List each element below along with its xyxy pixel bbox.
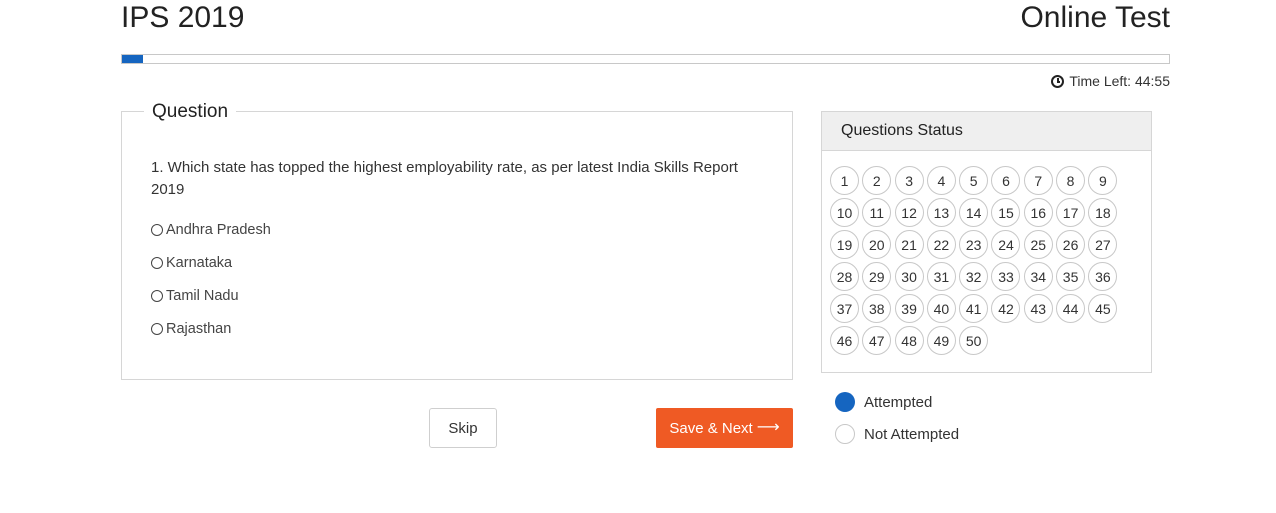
option-1[interactable]: Andhra Pradesh [151, 213, 271, 246]
question-number-50[interactable]: 50 [959, 326, 989, 355]
question-number-5[interactable]: 5 [959, 166, 989, 195]
skip-label: Skip [448, 419, 478, 437]
question-number-40[interactable]: 40 [926, 294, 956, 323]
legend-attempted: Attempted [835, 386, 959, 418]
question-number-17[interactable]: 17 [1056, 198, 1086, 227]
option-2[interactable]: Karnataka [151, 246, 271, 279]
question-number-20[interactable]: 20 [862, 230, 892, 259]
legend-not-attempted-label: Not Attempted [864, 425, 960, 443]
question-number-24[interactable]: 24 [991, 230, 1021, 259]
question-number-7[interactable]: 7 [1023, 166, 1053, 195]
question-number-39[interactable]: 39 [894, 294, 924, 323]
question-number-27[interactable]: 27 [1088, 230, 1118, 259]
question-number-45[interactable]: 45 [1088, 294, 1118, 323]
question-number-grid: 1 2 3 4 5 6 7 8 9 10 11 12 13 14 15 16 17 18 19 20 21 22 23 24 2… [830, 166, 1150, 358]
question-number-28[interactable]: 28 [830, 262, 859, 291]
skip-button[interactable]: Skip [429, 408, 497, 448]
option-label: Tamil Nadu [166, 287, 239, 304]
radio-button[interactable] [151, 322, 163, 335]
question-number-16[interactable]: 16 [1023, 198, 1053, 227]
question-legend: Question [144, 100, 237, 124]
arrow-right-icon: ⟶ [756, 419, 780, 436]
question-panel: Question 1. Which state has topped the h… [121, 100, 793, 380]
question-number-2[interactable]: 2 [862, 166, 892, 195]
progress-fill [122, 55, 143, 63]
not-attempted-dot-icon [835, 424, 855, 444]
question-number-31[interactable]: 31 [926, 262, 956, 291]
question-number-19[interactable]: 19 [830, 230, 859, 259]
question-number-38[interactable]: 38 [862, 294, 892, 323]
question-number-43[interactable]: 43 [1023, 294, 1053, 323]
radio-button[interactable] [151, 289, 163, 302]
question-number-4[interactable]: 4 [926, 166, 956, 195]
option-label: Rajasthan [166, 320, 232, 337]
question-number-32[interactable]: 32 [959, 262, 989, 291]
question-number-15[interactable]: 15 [991, 198, 1021, 227]
question-number-3[interactable]: 3 [894, 166, 924, 195]
question-number-44[interactable]: 44 [1056, 294, 1086, 323]
question-number-42[interactable]: 42 [991, 294, 1021, 323]
timer: Time Left: 44:55 [1051, 73, 1170, 89]
question-number-25[interactable]: 25 [1023, 230, 1053, 259]
question-number-46[interactable]: 46 [830, 326, 859, 355]
progress-bar [121, 54, 1170, 64]
options-list: Andhra Pradesh Karnataka Tamil Nadu Raja… [151, 213, 271, 345]
radio-button[interactable] [151, 256, 163, 269]
option-label: Andhra Pradesh [166, 221, 271, 238]
save-next-label: Save & Next [669, 419, 753, 437]
option-4[interactable]: Rajasthan [151, 312, 271, 345]
legend-not-attempted: Not Attempted [835, 418, 959, 450]
question-number-49[interactable]: 49 [926, 326, 956, 355]
save-next-button[interactable]: Save & Next ⟶ [656, 408, 793, 448]
question-number-48[interactable]: 48 [894, 326, 924, 355]
question-number-34[interactable]: 34 [1023, 262, 1053, 291]
question-number-21[interactable]: 21 [894, 230, 924, 259]
legend-attempted-label: Attempted [864, 393, 933, 411]
page-title: IPS 2019 [121, 1, 245, 34]
question-number-13[interactable]: 13 [926, 198, 956, 227]
option-3[interactable]: Tamil Nadu [151, 279, 271, 312]
question-number-14[interactable]: 14 [959, 198, 989, 227]
question-number-35[interactable]: 35 [1056, 262, 1086, 291]
questions-status-panel: Questions Status 1 2 3 4 5 6 7 8 9 10 11 12 13 14 15 16… [821, 111, 1152, 373]
question-number-29[interactable]: 29 [862, 262, 892, 291]
clock-icon [1051, 74, 1065, 88]
question-number-8[interactable]: 8 [1056, 166, 1086, 195]
question-number-23[interactable]: 23 [959, 230, 989, 259]
question-number-18[interactable]: 18 [1088, 198, 1118, 227]
question-number-37[interactable]: 37 [830, 294, 859, 323]
questions-status-title: Questions Status [822, 112, 1151, 151]
question-number-1[interactable]: 1 [830, 166, 859, 195]
timer-label: Time Left: 44:55 [1069, 73, 1170, 89]
question-number-22[interactable]: 22 [926, 230, 956, 259]
status-legend: Attempted Not Attempted [835, 386, 959, 450]
option-label: Karnataka [166, 254, 233, 271]
page-subtitle: Online Test [1020, 1, 1170, 34]
question-number-12[interactable]: 12 [894, 198, 924, 227]
question-number-36[interactable]: 36 [1088, 262, 1118, 291]
radio-button[interactable] [151, 223, 163, 236]
attempted-dot-icon [835, 392, 855, 412]
question-text: 1. Which state has topped the highest em… [151, 159, 738, 198]
question-number-9[interactable]: 9 [1088, 166, 1118, 195]
question-number-47[interactable]: 47 [862, 326, 892, 355]
question-number-26[interactable]: 26 [1056, 230, 1086, 259]
question-number-33[interactable]: 33 [991, 262, 1021, 291]
question-number-30[interactable]: 30 [894, 262, 924, 291]
question-number-41[interactable]: 41 [959, 294, 989, 323]
question-number-10[interactable]: 10 [830, 198, 859, 227]
question-number-6[interactable]: 6 [991, 166, 1021, 195]
question-number-11[interactable]: 11 [862, 198, 892, 227]
